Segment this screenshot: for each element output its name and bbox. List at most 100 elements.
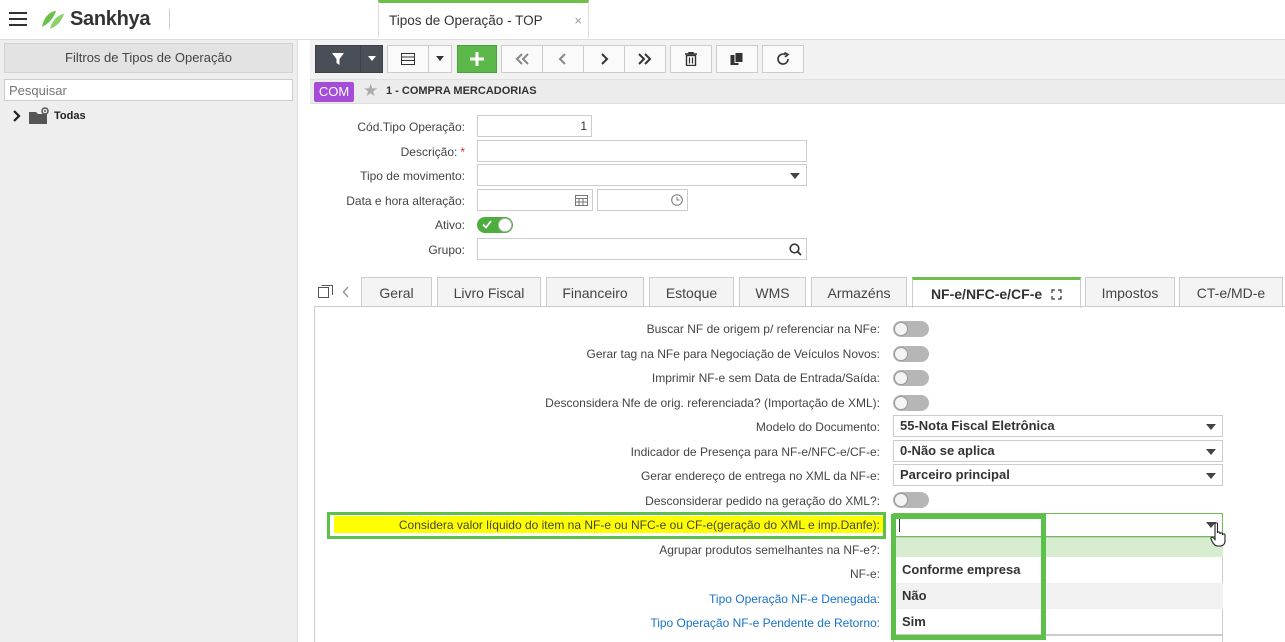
desconsidera-nfe-label: Desconsidera Nfe de orig. referenciada? … [545, 396, 880, 410]
tab-armazens[interactable]: Armazéns [811, 277, 907, 307]
previous-record-button[interactable] [542, 45, 584, 73]
duplicate-button[interactable] [716, 45, 758, 73]
filter-button[interactable] [315, 45, 361, 73]
tree-item-todas[interactable]: Todas [12, 107, 86, 125]
hand-cursor-icon [1210, 522, 1226, 547]
caret-down-icon [790, 173, 800, 179]
descricao-field[interactable] [477, 140, 807, 162]
indicador-presenca-label: Indicador de Presença para NF-e/NFC-e/CF… [630, 445, 880, 459]
record-title: 1 - COMPRA MERCADORIAS [386, 85, 537, 97]
agrupar-produtos-label: Agrupar produtos semelhantes na NF-e?: [659, 543, 880, 557]
tab-geral[interactable]: Geral [361, 277, 432, 307]
record-header: COM ★ 1 - COMPRA MERCADORIAS [310, 80, 1285, 104]
dropdown-highlight-box [891, 514, 1046, 640]
chevron-right-icon[interactable] [12, 110, 22, 122]
copy-icon [730, 52, 744, 65]
delete-button[interactable] [670, 45, 712, 73]
chevron-left-icon [558, 53, 566, 65]
close-icon[interactable]: × [574, 13, 582, 28]
calendar-icon[interactable] [575, 194, 588, 206]
tab-estoque[interactable]: Estoque [649, 277, 734, 307]
considera-valor-label: Considera valor líquido do item na NF-e … [398, 518, 880, 532]
grid-view-button[interactable] [387, 45, 429, 73]
imprimir-nfe-toggle[interactable] [893, 370, 929, 386]
view-dropdown-button[interactable] [428, 45, 452, 73]
folder-gear-icon [29, 107, 49, 124]
double-chevron-left-icon [515, 53, 529, 65]
restore-icon[interactable] [318, 285, 333, 299]
buscar-nf-toggle[interactable] [893, 321, 929, 337]
filter-dropdown-button[interactable] [360, 45, 383, 73]
grupo-field[interactable] [477, 238, 807, 260]
tipo-movimento-select[interactable] [477, 164, 807, 186]
ativo-toggle[interactable] [477, 217, 513, 233]
descricao-label: Descrição: * [400, 145, 465, 159]
indicador-presenca-select[interactable]: 0-Não se aplica [893, 440, 1223, 462]
gerar-tag-label: Gerar tag na NFe para Negociação de Veíc… [586, 347, 881, 361]
buscar-nf-label: Buscar NF de origem p/ referenciar na NF… [646, 322, 880, 336]
required-mark: * [460, 145, 465, 159]
plus-icon [470, 52, 484, 66]
imprimir-nfe-label: Imprimir NF-e sem Data de Entrada/Saída: [651, 371, 880, 385]
screen-tab-title: Tipos de Operação - TOP [389, 13, 543, 28]
check-icon [482, 220, 492, 229]
tab-nfe-nfce-cfe[interactable]: NF-e/NFC-e/CF-e [912, 277, 1081, 308]
tab-financeiro[interactable]: Financeiro [546, 277, 644, 307]
tipo-movimento-label: Tipo de movimento: [360, 169, 465, 183]
indicador-presenca-value: 0-Não se aplica [900, 443, 995, 458]
refresh-button[interactable] [762, 45, 804, 73]
cod-tipo-operacao-label: Cód.Tipo Operação: [357, 120, 465, 134]
gerar-tag-toggle[interactable] [893, 346, 929, 362]
operation-type-badge: COM [314, 82, 354, 102]
next-record-button[interactable] [583, 45, 625, 73]
brand-logo: Sankhya [40, 8, 150, 31]
last-record-button[interactable] [624, 45, 666, 73]
caret-down-icon [1206, 449, 1216, 455]
toolbar [310, 40, 1285, 80]
add-button[interactable] [457, 45, 497, 73]
modelo-documento-label: Modelo do Documento: [755, 420, 880, 434]
desconsiderar-pedido-toggle[interactable] [893, 492, 929, 508]
nfe-label: NF-e: [850, 567, 880, 581]
ativo-label: Ativo: [434, 218, 465, 232]
endereco-entrega-select[interactable]: Parceiro principal [893, 464, 1223, 486]
first-record-button[interactable] [501, 45, 543, 73]
tipo-operacao-denegada-link[interactable]: Tipo Operação NF-e Denegada: [709, 592, 880, 606]
tab-impostos[interactable]: Impostos [1085, 277, 1175, 307]
modelo-documento-select[interactable]: 55-Nota Fiscal Eletrônica [893, 415, 1223, 437]
search-icon[interactable] [789, 243, 802, 256]
filter-panel: Filtros de Tipos de Operação Todas [0, 40, 298, 642]
tree-item-label: Todas [54, 110, 86, 122]
tipo-operacao-pendente-link[interactable]: Tipo Operação NF-e Pendente de Retorno: [650, 616, 880, 630]
search-input[interactable] [4, 79, 293, 101]
screen-tab[interactable]: Tipos de Operação - TOP × [378, 0, 589, 38]
trash-icon [685, 52, 697, 66]
desconsidera-nfe-toggle[interactable] [893, 395, 929, 411]
top-bar: Sankhya Tipos de Operação - TOP × [0, 0, 1285, 40]
tab-wms[interactable]: WMS [739, 277, 806, 307]
brand-name: Sankhya [70, 8, 151, 30]
date-field[interactable] [477, 189, 593, 211]
grupo-label: Grupo: [428, 243, 465, 257]
double-chevron-right-icon [638, 53, 652, 65]
caret-down-icon [1206, 473, 1216, 479]
time-field[interactable] [597, 189, 688, 211]
favorite-star-icon[interactable]: ★ [363, 81, 378, 101]
filter-icon [332, 53, 344, 65]
desconsiderar-pedido-label: Desconsiderar pedido na geração do XML?: [645, 494, 880, 508]
menu-icon[interactable] [9, 12, 27, 26]
clock-icon[interactable] [671, 194, 683, 206]
divider [169, 9, 170, 29]
tab-cte-mde[interactable]: CT-e/MD-e [1179, 277, 1283, 307]
data-hora-alteracao-label: Data e hora alteração: [346, 194, 465, 208]
modelo-documento-value: 55-Nota Fiscal Eletrônica [900, 418, 1055, 433]
cod-tipo-operacao-field[interactable]: 1 [477, 115, 592, 137]
caret-down-icon [367, 56, 376, 61]
tab-nfe-label: NF-e/NFC-e/CF-e [930, 286, 1043, 302]
expand-icon[interactable] [1051, 289, 1062, 300]
chevron-left-icon[interactable] [342, 286, 350, 298]
tab-livro-fiscal[interactable]: Livro Fiscal [437, 277, 541, 307]
cod-tipo-operacao-value: 1 [580, 119, 587, 133]
caret-down-icon [436, 56, 444, 61]
refresh-icon [777, 52, 790, 65]
